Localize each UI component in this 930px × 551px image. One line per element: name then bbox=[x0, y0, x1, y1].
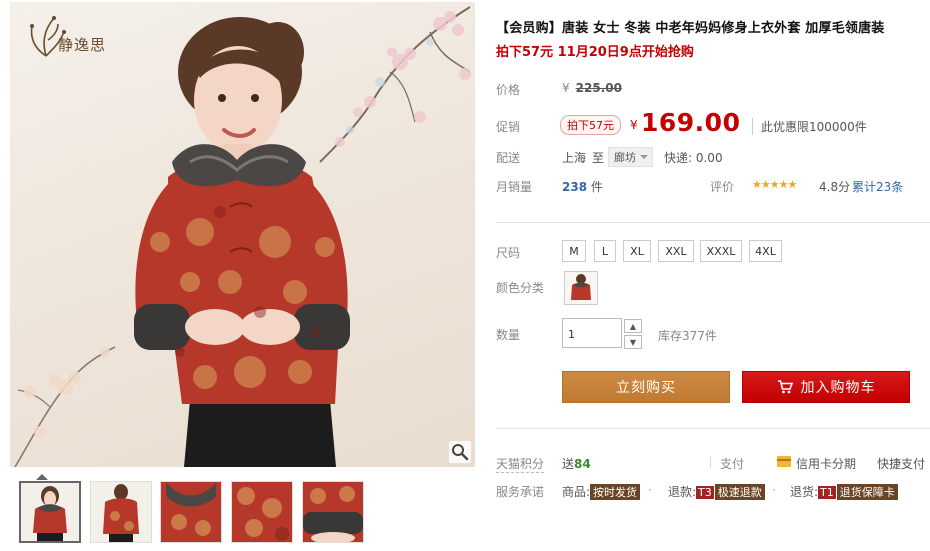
promise-on-time-delivery[interactable]: 商品: 按时发货 bbox=[562, 483, 641, 500]
size-option[interactable]: XXXL bbox=[700, 240, 742, 262]
sales-label: 月销量 bbox=[496, 180, 533, 194]
separator-dot: · bbox=[648, 483, 652, 497]
promo-limit-note: 此优惠限100000件 bbox=[752, 118, 867, 135]
installment-option[interactable]: 信用卡分期 bbox=[796, 455, 856, 472]
promise-return-guarantee[interactable]: 退货: T1 退货保障卡 bbox=[790, 483, 898, 500]
size-option[interactable]: L bbox=[594, 240, 616, 262]
divider bbox=[710, 456, 711, 468]
main-product-image[interactable]: 静逸思 bbox=[10, 2, 475, 467]
promo-price: 169.00 bbox=[641, 108, 741, 137]
color-option-swatch[interactable] bbox=[564, 271, 598, 305]
chevron-down-icon bbox=[640, 155, 648, 159]
thumbnail-item[interactable] bbox=[19, 481, 81, 543]
promo-tag: 拍下57元 bbox=[560, 115, 621, 135]
sales-unit: 件 bbox=[590, 180, 603, 194]
buy-now-button[interactable]: 立刻购买 bbox=[562, 371, 730, 403]
promise-badge: 极速退款 bbox=[714, 484, 765, 500]
shipping-label: 配送 bbox=[496, 151, 521, 165]
size-option[interactable]: XXL bbox=[658, 240, 694, 262]
currency-symbol: ¥ bbox=[630, 118, 638, 132]
promo-label: 促销 bbox=[496, 120, 521, 134]
price-label: 价格 bbox=[496, 83, 521, 97]
color-label: 颜色分类 bbox=[496, 281, 545, 295]
thumbnail-strip bbox=[10, 474, 476, 546]
points-number: 84 bbox=[574, 457, 591, 471]
promise-prefix: 退货: bbox=[790, 485, 819, 499]
promise-badge: 按时发货 bbox=[590, 484, 641, 500]
star-rating-icon: ★★★★★ bbox=[752, 178, 797, 191]
thumbnail-item[interactable] bbox=[90, 481, 152, 543]
promo-line: 拍下57元 11月20日9点开始抢购 bbox=[496, 45, 694, 60]
review-count-link[interactable]: 累计23条 bbox=[852, 178, 903, 195]
model-wearing-jacket bbox=[134, 17, 350, 467]
tmall-points-label[interactable]: 天猫积分 bbox=[496, 455, 545, 473]
promise-code: T3 bbox=[696, 486, 714, 499]
service-promise-label: 服务承诺 bbox=[496, 485, 545, 499]
thumbnail-item[interactable] bbox=[302, 481, 364, 543]
ship-from: 上海 bbox=[562, 151, 587, 165]
promise-code: T1 bbox=[818, 486, 836, 499]
quick-pay-option[interactable]: 快捷支付 bbox=[877, 455, 925, 472]
quantity-input[interactable]: 1 bbox=[562, 318, 622, 348]
promise-badge: 退货保障卡 bbox=[836, 484, 898, 500]
rating-score: 4.8分 bbox=[819, 180, 851, 194]
currency-symbol: ¥ bbox=[562, 81, 570, 95]
thumbnail-item[interactable] bbox=[160, 481, 222, 543]
cart-icon bbox=[777, 380, 793, 394]
stock-count: 库存377件 bbox=[658, 329, 717, 343]
promise-fast-refund[interactable]: 退款: T3 极速退款 bbox=[668, 483, 765, 500]
quantity-label: 数量 bbox=[496, 328, 521, 342]
divider bbox=[496, 428, 930, 429]
original-price: ¥225.00 bbox=[562, 81, 622, 95]
ship-to-word: 至 bbox=[592, 151, 605, 165]
tmall-points-value: 送84 bbox=[562, 455, 591, 472]
credit-card-icon bbox=[777, 456, 791, 467]
rating-label: 评价 bbox=[710, 180, 735, 194]
promise-prefix: 商品: bbox=[562, 485, 591, 499]
points-prefix: 送 bbox=[562, 457, 575, 471]
ship-destination-select[interactable]: 廊坊 bbox=[608, 147, 653, 167]
promise-prefix: 退款: bbox=[668, 485, 697, 499]
size-option[interactable]: XL bbox=[623, 240, 651, 262]
add-to-cart-button[interactable]: 加入购物车 bbox=[742, 371, 910, 403]
separator-dot: · bbox=[772, 483, 776, 497]
sales-count: 238 bbox=[562, 180, 588, 194]
quantity-increase-button[interactable]: ▲ bbox=[624, 319, 642, 333]
ship-destination-value: 廊坊 bbox=[614, 151, 636, 164]
quantity-decrease-button[interactable]: ▼ bbox=[624, 335, 642, 349]
thumbnail-item[interactable] bbox=[231, 481, 293, 543]
product-detail-panel: 【会员购】唐装 女士 冬装 中老年妈妈修身上衣外套 加厚毛领唐装 拍下57元 1… bbox=[494, 0, 930, 551]
product-gallery: 静逸思 bbox=[10, 0, 476, 551]
zoom-icon[interactable] bbox=[449, 441, 471, 463]
size-option[interactable]: M bbox=[562, 240, 586, 262]
product-title: 【会员购】唐装 女士 冬装 中老年妈妈修身上衣外套 加厚毛领唐装 bbox=[496, 21, 885, 36]
add-to-cart-label: 加入购物车 bbox=[800, 380, 876, 396]
size-label: 尺码 bbox=[496, 246, 521, 260]
original-price-value: 225.00 bbox=[575, 81, 622, 95]
thumbnail-caret bbox=[36, 474, 48, 480]
divider bbox=[496, 222, 930, 223]
payment-label: 支付 bbox=[720, 457, 745, 471]
monthly-sales: 238 件 bbox=[562, 178, 603, 195]
size-option[interactable]: 4XL bbox=[749, 240, 782, 262]
shipping-fee: 快递: 0.00 bbox=[664, 151, 723, 165]
